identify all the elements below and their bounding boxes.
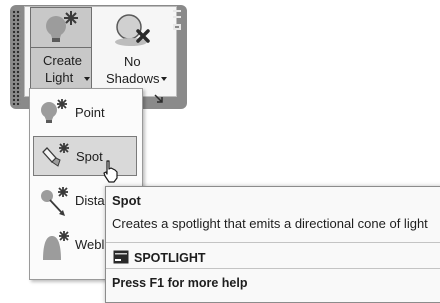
- tooltip-divider: [106, 268, 440, 269]
- create-light-label-2: Light: [45, 70, 74, 85]
- tooltip-help: Press F1 for more help: [112, 276, 248, 290]
- tooltip-title: Spot: [112, 193, 141, 208]
- tooltip-divider: [106, 242, 440, 243]
- no-shadows-icon: [115, 14, 150, 46]
- command-icon: [113, 250, 129, 264]
- dialog-launcher-icon[interactable]: [154, 94, 164, 104]
- create-light-label-1: Create: [43, 53, 83, 68]
- spot-light-icon: [42, 143, 69, 167]
- chevron-down-icon[interactable]: [84, 77, 90, 81]
- distant-light-icon: [41, 187, 68, 216]
- menu-item-spot[interactable]: Spot: [33, 136, 137, 176]
- create-light-icon: [46, 11, 78, 42]
- no-shadows-label-2: Shadows: [106, 71, 160, 86]
- chevron-down-icon[interactable]: [161, 77, 167, 81]
- menu-item-label: Point: [75, 105, 105, 120]
- tooltip-description: Creates a spotlight that emits a directi…: [112, 216, 428, 231]
- menu-item-label: Dista: [75, 193, 105, 208]
- split-divider: [31, 47, 91, 48]
- grip-icon[interactable]: [12, 10, 21, 105]
- no-shadows-button[interactable]: No Shadows: [98, 7, 168, 93]
- pin-icon[interactable]: [170, 8, 186, 38]
- point-light-icon: [41, 99, 67, 123]
- tooltip-command: SPOTLIGHT: [134, 251, 206, 265]
- menu-item-point[interactable]: Point: [33, 93, 137, 133]
- menu-item-label: Spot: [76, 149, 103, 164]
- mouse-cursor-icon: [103, 160, 118, 183]
- web-light-icon: [43, 231, 69, 260]
- create-light-button[interactable]: Create Light: [30, 7, 92, 93]
- no-shadows-label-1: No: [124, 54, 141, 69]
- menu-item-label: Webl: [75, 237, 105, 252]
